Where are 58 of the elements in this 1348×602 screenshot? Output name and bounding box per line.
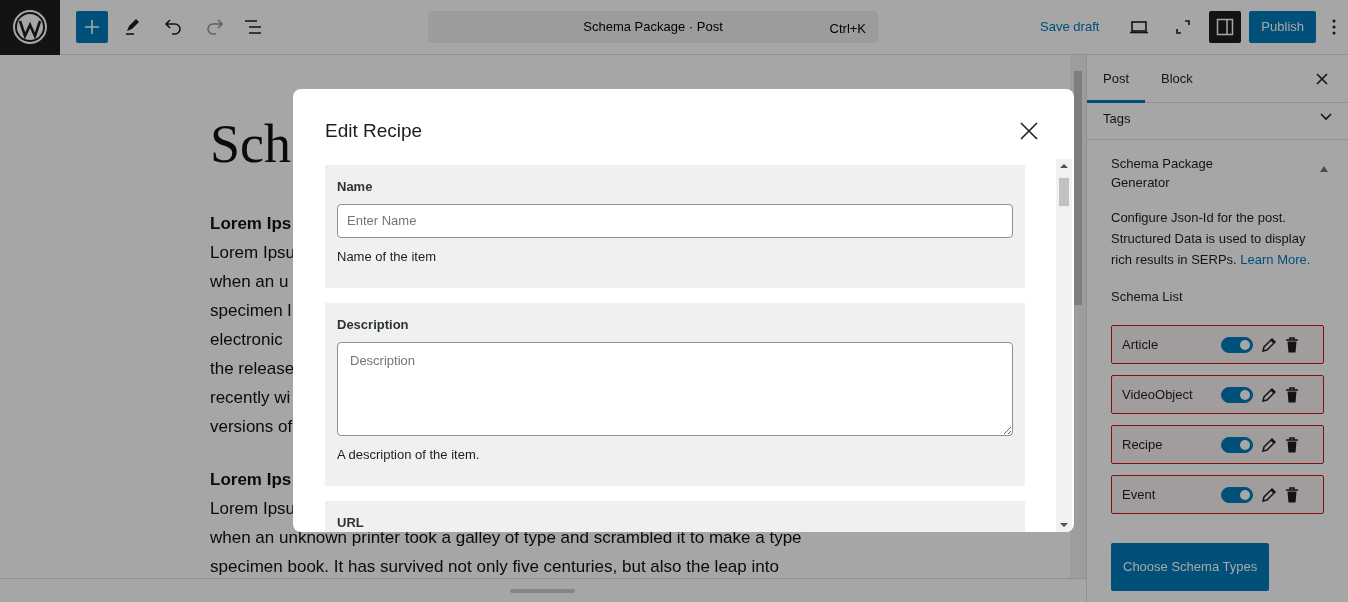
resize-handle[interactable] [510, 589, 575, 593]
document-title: Schema Package · Post [583, 19, 723, 35]
field-label: Name [337, 178, 374, 196]
trash-icon[interactable] [1285, 336, 1299, 353]
text-line: specimen l [210, 300, 292, 322]
plus-icon [84, 19, 100, 35]
sidebar-tab[interactable]: Post [1087, 54, 1145, 103]
learn-more-link[interactable]: Learn More. [1240, 251, 1311, 267]
save-draft-button[interactable]: Save draft [1034, 16, 1106, 38]
modal-title: Edit Recipe [325, 120, 423, 143]
scrollbar[interactable] [1056, 159, 1072, 532]
toggle-switch[interactable] [1221, 336, 1253, 353]
more-options-icon[interactable] [1332, 18, 1336, 36]
toggle-switch[interactable] [1221, 436, 1253, 453]
textarea-field[interactable]: Description [337, 341, 1013, 436]
toggle-switch[interactable] [1221, 386, 1253, 403]
command-palette-button[interactable]: Schema Package · Post Ctrl+K [428, 11, 879, 43]
shortcut-hint: Ctrl+K [829, 20, 867, 38]
text-line: electronic [210, 329, 283, 351]
pencil-icon[interactable] [1261, 436, 1277, 453]
settings-panel-button[interactable] [1209, 11, 1242, 43]
trash-icon[interactable] [1285, 486, 1299, 503]
schema-name: Recipe [1122, 435, 1164, 454]
triangle-up-icon [1320, 165, 1328, 172]
publish-button[interactable]: Publish [1249, 11, 1316, 43]
pencil-icon[interactable] [1261, 486, 1277, 503]
text-line: recently wi [210, 387, 291, 409]
sidebar-tab[interactable]: Block [1145, 54, 1209, 103]
field-label: Description [337, 316, 410, 334]
pencil-icon[interactable] [1261, 386, 1277, 403]
panel-header[interactable]: Tags [1087, 103, 1348, 140]
text-line: when an u [210, 271, 289, 293]
close-icon[interactable] [1019, 121, 1039, 142]
sidebar-icon [1215, 17, 1236, 37]
text-line: the release [210, 358, 295, 380]
section-heading: Schema List [1110, 287, 1184, 306]
schema-name: Event [1122, 485, 1157, 504]
text-line: specimen book. It has survived not only five centuries, but also the leap into [210, 556, 779, 578]
trash-icon[interactable] [1285, 386, 1299, 403]
trash-icon[interactable] [1285, 436, 1299, 453]
panel-header[interactable]: Schema Package Generator [1087, 139, 1348, 193]
logo-icon[interactable] [12, 9, 48, 45]
toggle-switch[interactable] [1221, 486, 1253, 503]
help-text: Name of the item [337, 247, 437, 266]
paragraph-heading: Lorem Ips [210, 213, 292, 235]
paragraph-heading: Lorem Ips [210, 469, 292, 491]
choose-schema-button[interactable]: Choose Schema Types [1111, 543, 1270, 591]
schema-name: Article [1122, 335, 1160, 354]
help-text: A description of the item. [337, 445, 481, 464]
pencil-icon[interactable] [1261, 336, 1277, 353]
panel-description: Configure Json-Id for the post. Structured Data is used to display rich results in SERPs. Learn More. [1110, 208, 1312, 269]
post-title: Sch [210, 117, 291, 171]
chevron-down-icon [1320, 113, 1332, 121]
input-field[interactable]: Enter Name [337, 203, 1013, 238]
schema-name: VideoObject [1122, 385, 1194, 404]
text-line: versions of [210, 416, 293, 438]
close-icon[interactable] [1315, 71, 1329, 86]
add-block-button[interactable] [76, 11, 108, 43]
